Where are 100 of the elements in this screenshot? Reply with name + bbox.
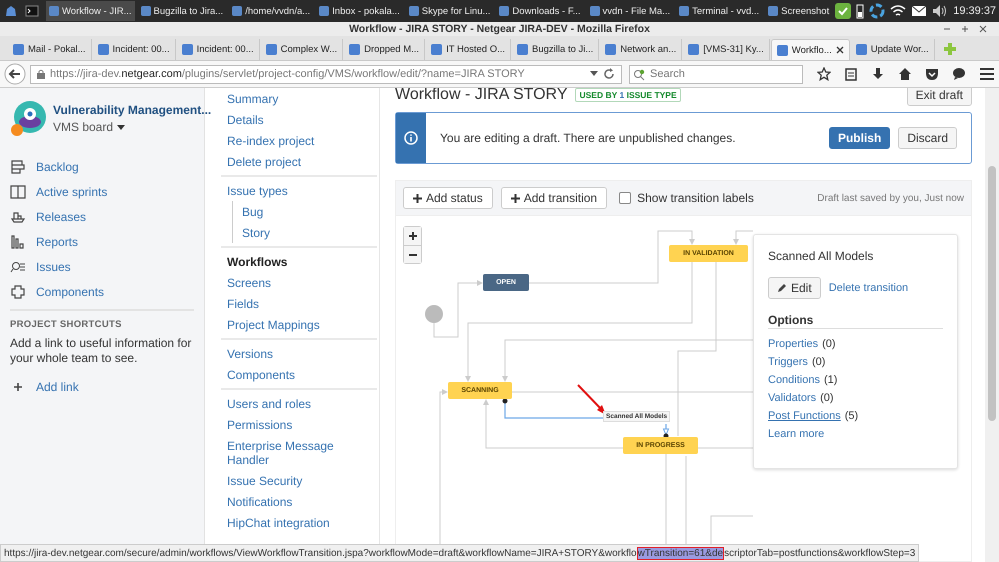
browser-tab[interactable]: Incident: 00...	[92, 39, 176, 60]
settings-nav-link[interactable]: Fields	[227, 293, 260, 314]
taskbar-item[interactable]: Terminal - vvd...	[676, 1, 762, 21]
swirl-icon[interactable]	[869, 3, 886, 19]
option-link[interactable]: Validators	[768, 392, 816, 404]
browser-tab[interactable]: Workflo...	[770, 39, 850, 60]
zoom-in-button[interactable]	[404, 227, 421, 245]
settings-nav-link[interactable]: Details	[227, 109, 264, 130]
reload-icon[interactable]	[603, 68, 615, 80]
settings-nav-link[interactable]: HipChat integration	[227, 512, 330, 533]
dropdown-caret-icon[interactable]	[590, 71, 598, 77]
project-name[interactable]: Vulnerability Management...	[53, 103, 212, 117]
delete-transition-link[interactable]: Delete transition	[828, 282, 908, 294]
menu-icon[interactable]	[979, 67, 995, 81]
option-link[interactable]: Triggers	[768, 356, 808, 368]
settings-nav-link[interactable]: Workflows	[227, 251, 288, 272]
pocket-icon[interactable]	[925, 67, 939, 81]
discard-button[interactable]: Discard	[898, 127, 957, 149]
favicon-icon	[688, 44, 700, 55]
option-link[interactable]: Conditions	[768, 374, 820, 386]
star-icon[interactable]	[817, 67, 831, 81]
taskbar-item[interactable]: Inbox - pokala...	[316, 1, 403, 21]
settings-nav-link[interactable]: Bug	[242, 201, 264, 222]
settings-nav-link[interactable]: Versions	[227, 343, 274, 364]
browser-tab[interactable]: Incident: 00...	[176, 39, 260, 60]
taskbar-item[interactable]: /home/vvdn/a...	[229, 1, 314, 21]
learn-more-link[interactable]: Learn more	[768, 428, 824, 440]
settings-nav-link[interactable]: Screens	[227, 272, 272, 293]
add-transition-button[interactable]: Add transition	[500, 187, 608, 209]
settings-nav-link[interactable]: Project Mappings	[227, 314, 320, 335]
settings-nav-link[interactable]: Notifications	[227, 491, 292, 512]
option-link[interactable]: Properties	[768, 338, 818, 350]
transition-title: Scanned All Models	[768, 249, 874, 263]
wifi-icon[interactable]	[890, 4, 906, 18]
settings-nav-link[interactable]: Enterprise Message Handler	[227, 435, 367, 470]
settings-nav-link[interactable]: Permissions	[227, 414, 292, 435]
settings-nav-link[interactable]: Summary	[227, 88, 278, 109]
home-icon[interactable]	[898, 67, 912, 81]
bar-chart-icon	[10, 234, 26, 250]
taskbar-item[interactable]: Downloads - F...	[496, 1, 584, 21]
browser-tab[interactable]: Dropped M...	[344, 39, 426, 60]
browser-tab[interactable]: [VMS-31] Ky...	[683, 39, 770, 60]
taskbar-item[interactable]: vvdn - File Ma...	[586, 1, 674, 21]
settings-nav-link[interactable]: Components	[227, 364, 296, 385]
settings-nav-link[interactable]: Re-index project	[227, 130, 314, 151]
settings-nav-link[interactable]: Issue Security	[227, 470, 302, 491]
window-icon	[768, 6, 778, 16]
show-labels-checkbox[interactable]: Show transition labels	[619, 191, 754, 205]
close-icon[interactable]	[979, 25, 987, 33]
check-icon[interactable]	[835, 3, 852, 19]
clipboard-icon[interactable]	[844, 67, 858, 81]
taskbar-item[interactable]: Workflow - JIR...	[46, 1, 134, 21]
search-field[interactable]: Search	[629, 64, 803, 84]
scrollbar[interactable]	[985, 88, 999, 562]
terminal-icon[interactable]	[25, 4, 39, 18]
sidebar-item[interactable]: Backlog	[10, 154, 79, 179]
download-icon[interactable]	[871, 67, 885, 81]
saved-status: Draft last saved by you, Just now	[817, 192, 964, 204]
taskbar-item[interactable]: Skype for Linu...	[406, 1, 494, 21]
add-status-button[interactable]: Add status	[403, 187, 493, 209]
url-field[interactable]: https://jira-dev.netgear.com/plugins/servlet/project-config/VMS/workflow/edit/?name=JIRA STORY	[30, 64, 622, 84]
taskbar-item[interactable]: Bugzilla to Jira...	[138, 1, 226, 21]
favicon-icon	[431, 44, 442, 55]
sidebar-item[interactable]: Issues	[10, 254, 71, 279]
volume-icon[interactable]	[932, 4, 948, 18]
settings-nav-link[interactable]: Issue types	[227, 180, 288, 201]
battery-icon[interactable]	[856, 3, 864, 19]
browser-tab[interactable]: Complex W...	[260, 39, 344, 60]
taskbar-item[interactable]: Screenshot	[765, 1, 832, 21]
usage-badge[interactable]: USED BY 1 ISSUE TYPE	[575, 88, 681, 102]
exit-draft-button[interactable]: Exit draft	[906, 88, 972, 106]
option-link[interactable]: Post Functions	[768, 410, 841, 422]
option-count: (1)	[824, 374, 838, 386]
settings-nav-link[interactable]: Users and roles	[227, 393, 312, 414]
browser-tab[interactable]: Update Wor...	[850, 39, 935, 60]
board-selector[interactable]: VMS board	[53, 120, 212, 134]
browser-tab[interactable]: Network an...	[600, 39, 682, 60]
sidebar-item[interactable]: Reports	[10, 229, 78, 254]
project-avatar-icon	[10, 100, 48, 138]
options-heading: Options	[768, 313, 943, 329]
chat-bubble-icon[interactable]	[952, 67, 966, 81]
settings-nav-link[interactable]: Delete project	[227, 151, 302, 172]
sidebar-item[interactable]: Active sprints	[10, 179, 108, 204]
sidebar-item[interactable]: Components	[10, 279, 104, 304]
settings-nav-link[interactable]: Story	[242, 222, 270, 243]
maximize-icon[interactable]	[961, 25, 969, 33]
start-node[interactable]	[425, 305, 443, 323]
sidebar-item[interactable]: Releases	[10, 204, 86, 229]
edit-button[interactable]: Edit	[768, 277, 821, 299]
browser-tab[interactable]: IT Hosted O...	[426, 39, 512, 60]
close-icon[interactable]	[836, 46, 844, 54]
section-heading: PROJECT SHORTCUTS	[10, 319, 123, 330]
browser-tab[interactable]: Bugzilla to Ji...	[512, 39, 600, 60]
zoom-out-button[interactable]	[404, 245, 421, 263]
browser-tab[interactable]: Mail - Pokal...	[8, 39, 92, 60]
mail-icon[interactable]	[911, 5, 928, 17]
publish-button[interactable]: Publish	[828, 127, 890, 149]
add-link[interactable]: Add link	[10, 374, 79, 399]
option-count: (0)	[822, 338, 836, 350]
info-icon	[404, 131, 418, 145]
